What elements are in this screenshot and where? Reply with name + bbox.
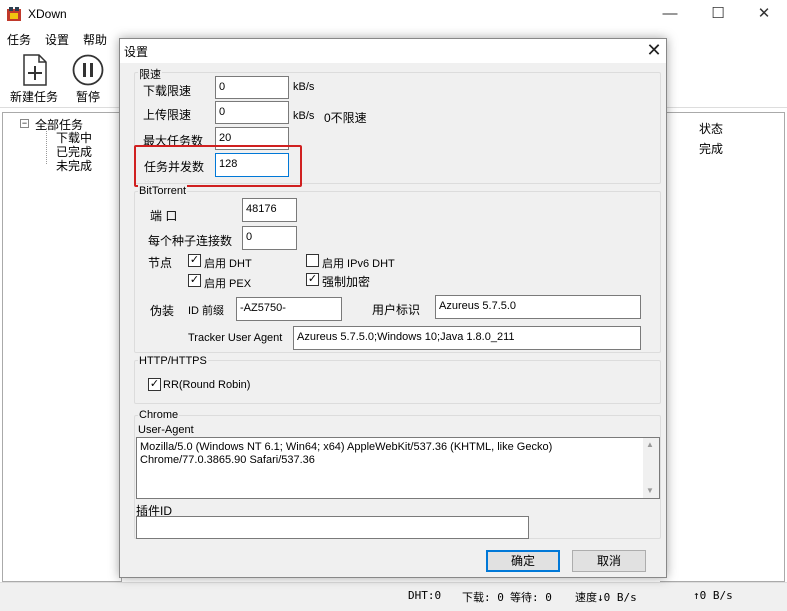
dht-label: 启用 DHT [204,258,252,270]
port-label: 端 口 [150,209,178,223]
status-upload-speed: ↑0 B/s [693,589,733,602]
status-dht: DHT:0 [408,589,442,602]
speed-limit-group-label: 限速 [138,66,162,82]
encryption-checkbox[interactable]: ✓ [306,273,319,286]
status-bar [0,582,787,611]
column-header-status[interactable]: 状态 [699,120,723,137]
menu-tasks[interactable]: 任务 [7,31,31,48]
tree-collapse-icon[interactable]: − [20,119,29,128]
pause-icon [72,54,104,86]
settings-dialog: 设置 ✕ 限速 下载限速 0 kB/s 上传限速 0 kB/s 0不限速 最大任… [119,38,667,578]
user-id-label: 用户标识 [372,303,421,317]
download-limit-label: 下载限速 [143,84,192,98]
scroll-up-icon[interactable]: ▲ [646,440,654,449]
ipv6-dht-label: 启用 IPv6 DHT [322,258,395,270]
status-download-speed: 速度↓0 B/s [575,591,637,604]
pause-label: 暂停 [75,90,100,104]
title-bar: XDown — ☐ ✕ [0,0,787,28]
pex-checkbox[interactable]: ✓ [188,274,201,287]
plugin-id-input[interactable] [136,516,529,539]
node-label: 节点 [148,256,173,270]
user-agent-textarea[interactable]: Mozilla/5.0 (Windows NT 6.1; Win64; x64)… [136,437,660,499]
ok-button[interactable]: 确定 [486,550,560,572]
task-tree [2,112,122,582]
connections-label: 每个种子连接数 [148,234,233,248]
dialog-title: 设置 [124,45,149,59]
upload-limit-input[interactable]: 0 [215,101,289,124]
port-input[interactable]: 48176 [242,198,297,222]
new-task-label: 新建任务 [9,90,58,104]
pex-label: 启用 PEX [204,278,252,290]
id-prefix-input[interactable]: -AZ5750- [236,297,342,321]
concurrency-input[interactable]: 128 [215,153,289,177]
round-robin-checkbox[interactable]: ✓ [148,378,161,391]
download-limit-input[interactable]: 0 [215,76,289,99]
upload-limit-unit: kB/s [293,110,315,122]
scroll-down-icon[interactable]: ▼ [646,486,654,495]
upload-limit-label: 上传限速 [143,108,192,122]
round-robin-label: RR(Round Robin) [163,379,251,391]
user-agent-label: User-Agent [138,424,194,436]
menu-help[interactable]: 帮助 [83,31,107,48]
concurrency-label: 任务并发数 [144,160,205,174]
chrome-group-label: Chrome [138,409,180,421]
id-prefix-label: ID 前缀 [188,305,225,317]
status-waiting: 等待: 0 [510,591,552,604]
app-logo-icon [7,7,21,21]
dht-checkbox[interactable]: ✓ [188,254,201,267]
disguise-label: 伪装 [150,304,175,318]
task-list [660,112,785,582]
tree-line [46,128,47,164]
minimize-button[interactable]: — [647,0,693,28]
new-task-button[interactable]: 新建任务 [4,54,64,104]
tree-item-incomplete[interactable]: 未完成 [56,157,92,174]
cancel-button[interactable]: 取消 [572,550,646,572]
status-downloading: 下载: 0 [462,591,504,604]
maximize-button[interactable]: ☐ [695,0,741,28]
dialog-title-bar: 设置 ✕ [120,39,666,63]
close-button[interactable]: ✕ [741,0,787,28]
download-limit-unit: kB/s [293,81,315,93]
menu-settings[interactable]: 设置 [45,31,69,48]
new-file-icon [23,54,47,86]
user-id-input[interactable]: Azureus 5.7.5.0 [435,295,641,319]
app-title: XDown [28,7,67,21]
tracker-ua-label: Tracker User Agent [188,332,283,344]
bittorrent-group-label: BitTorrent [138,185,188,197]
tracker-ua-input[interactable]: Azureus 5.7.5.0;Windows 10;Java 1.8.0_21… [293,326,641,350]
connections-input[interactable]: 0 [242,226,297,250]
dialog-close-icon[interactable]: ✕ [644,40,664,60]
ipv6-dht-checkbox[interactable] [306,254,319,267]
pause-button[interactable]: 暂停 [58,54,118,104]
task-row-status[interactable]: 完成 [699,140,723,157]
http-group-label: HTTP/HTTPS [138,355,208,367]
encryption-label: 强制加密 [322,275,371,289]
no-limit-note: 0不限速 [324,111,367,125]
